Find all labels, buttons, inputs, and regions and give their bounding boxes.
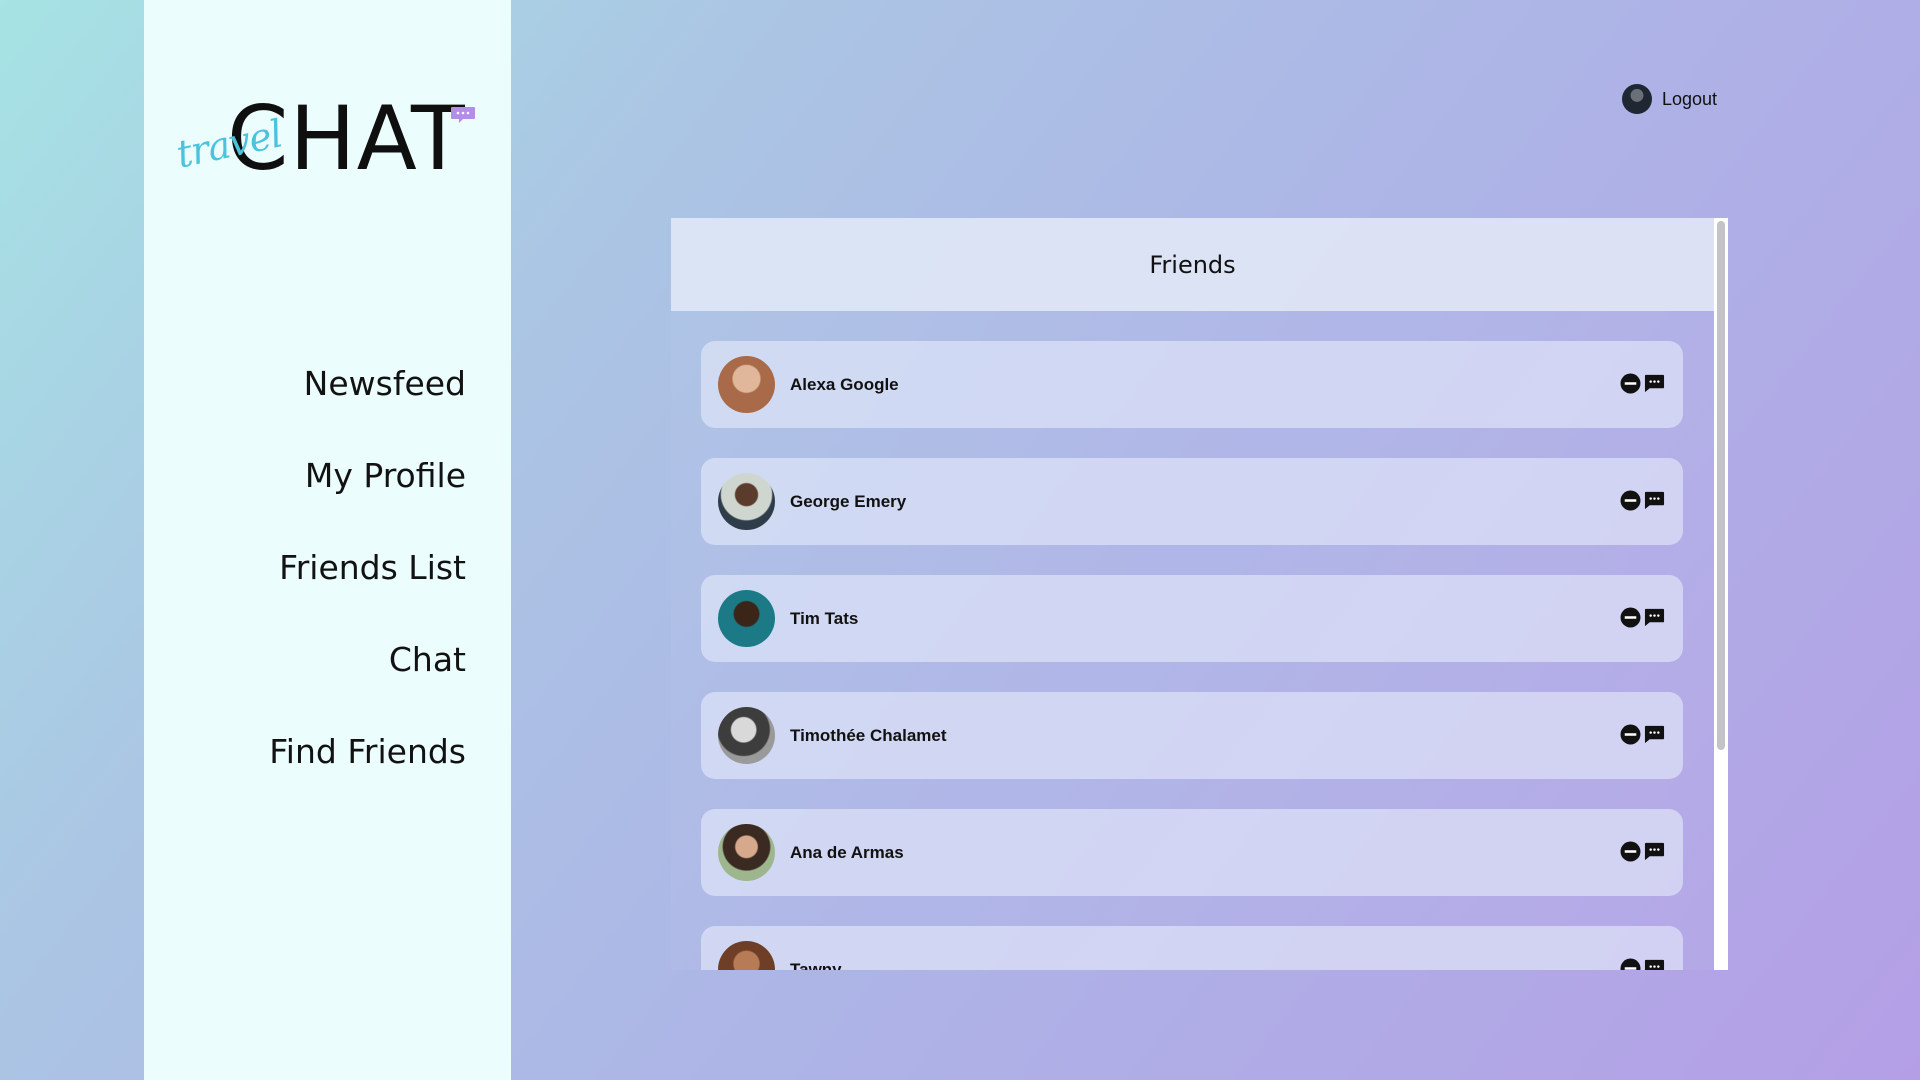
friend-actions [1620,373,1665,394]
sidebar-item-newsfeed[interactable]: Newsfeed [269,358,466,450]
friends-scrollbar[interactable] [1714,218,1728,970]
friend-row: George Emery [701,458,1683,545]
friend-avatar[interactable] [718,707,775,764]
sidebar-item-find-friends[interactable]: Find Friends [269,726,466,818]
friend-row: Ana de Armas [701,809,1683,896]
sidebar: CHAT travel Newsfeed My Profile Friends … [144,0,511,1080]
friend-actions [1620,607,1665,628]
friend-name[interactable]: Alexa Google [790,341,899,428]
panel-title: Friends [1149,250,1236,279]
friend-row: Alexa Google [701,341,1683,428]
scrollbar-thumb[interactable] [1717,221,1725,750]
message-friend-icon[interactable] [1644,490,1665,511]
friend-row: Tawny [701,926,1683,970]
speech-bubble-icon [451,107,475,123]
friend-row: Timothée Chalamet [701,692,1683,779]
friends-panel: Friends Alexa Google George Emery Tim Ta… [671,218,1728,970]
user-avatar [1622,84,1652,114]
friend-avatar[interactable] [718,941,775,970]
message-friend-icon[interactable] [1644,724,1665,745]
friend-row: Tim Tats [701,575,1683,662]
friend-actions [1620,724,1665,745]
friend-avatar[interactable] [718,356,775,413]
remove-friend-icon[interactable] [1620,841,1641,862]
sidebar-nav: Newsfeed My Profile Friends List Chat Fi… [269,358,466,818]
friend-name[interactable]: George Emery [790,458,906,545]
friend-avatar[interactable] [718,473,775,530]
message-friend-icon[interactable] [1644,841,1665,862]
friend-name[interactable]: Timothée Chalamet [790,692,947,779]
remove-friend-icon[interactable] [1620,607,1641,628]
friend-name[interactable]: Ana de Armas [790,809,904,896]
message-friend-icon[interactable] [1644,607,1665,628]
friend-name[interactable]: Tim Tats [790,575,858,662]
logout-button[interactable]: Logout [1622,83,1717,115]
message-friend-icon[interactable] [1644,958,1665,970]
remove-friend-icon[interactable] [1620,724,1641,745]
friends-panel-header: Friends [671,218,1714,311]
sidebar-item-friends-list[interactable]: Friends List [269,542,466,634]
friend-avatar[interactable] [718,590,775,647]
friend-actions [1620,490,1665,511]
remove-friend-icon[interactable] [1620,490,1641,511]
friend-avatar[interactable] [718,824,775,881]
friend-actions [1620,958,1665,970]
remove-friend-icon[interactable] [1620,373,1641,394]
friend-actions [1620,841,1665,862]
sidebar-item-chat[interactable]: Chat [269,634,466,726]
logout-label: Logout [1662,88,1718,109]
friend-name[interactable]: Tawny [790,926,842,970]
app-logo[interactable]: CHAT travel [172,94,502,184]
friend-list: Alexa Google George Emery Tim Tats Timot… [701,341,1683,970]
message-friend-icon[interactable] [1644,373,1665,394]
remove-friend-icon[interactable] [1620,958,1641,970]
sidebar-item-my-profile[interactable]: My Profile [269,450,466,542]
